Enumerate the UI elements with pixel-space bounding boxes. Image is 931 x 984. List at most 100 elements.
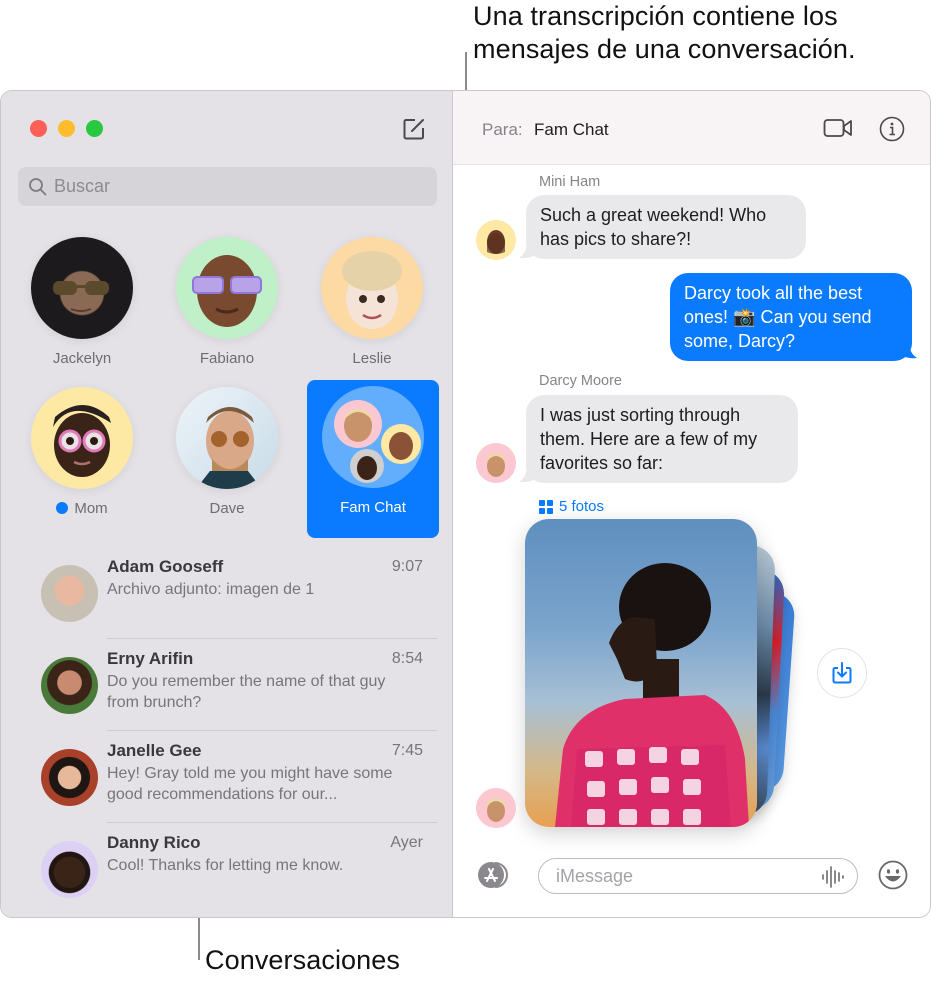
pinned-contact-fam-chat[interactable]: Fam Chat [307, 380, 439, 538]
pinned-label: Leslie [352, 350, 392, 367]
avatar [321, 237, 423, 339]
save-photos-button[interactable] [817, 648, 867, 698]
maximize-button[interactable] [86, 120, 103, 137]
conversation-preview: Archivo adjunto: imagen de 1 [107, 581, 315, 598]
transcript-callout: Una transcripción contiene los mensajes … [473, 0, 856, 66]
bubble-tail [519, 465, 535, 483]
portrait-photo [555, 563, 749, 827]
divider [107, 638, 437, 639]
message-line: Such a great weekend! Who [540, 205, 767, 225]
emoji-button[interactable] [877, 859, 909, 891]
message-line: them. Here are a few of my [540, 429, 758, 449]
close-button[interactable] [30, 120, 47, 137]
search-field[interactable] [18, 167, 437, 206]
conversation-name: Erny Arifin [107, 649, 194, 668]
conversation-name: Janelle Gee [107, 741, 202, 760]
sender-avatar [476, 443, 516, 483]
message-line: Darcy took all the best [684, 283, 863, 303]
pinned-contact-leslie[interactable]: Leslie [306, 231, 438, 389]
conversations-callout: Conversaciones [205, 945, 401, 975]
compose-button[interactable] [402, 117, 426, 141]
pinned-label-text: Mom [74, 500, 108, 517]
compose-icon [403, 119, 424, 140]
messages-window: Jackelyn Fabiano [0, 90, 931, 918]
pinned-contact-fabiano[interactable]: Fabiano [161, 231, 293, 389]
message-line: has pics to share?! [540, 229, 692, 249]
memoji-icon [192, 255, 262, 327]
message-bubble-incoming[interactable]: Such a great weekend! Who has pics to sh… [526, 195, 806, 259]
message-bubble-outgoing[interactable]: Darcy took all the best ones! 📸 Can you … [670, 273, 912, 361]
pinned-label: Dave [209, 500, 245, 517]
group-avatar [322, 386, 424, 488]
message-line: I was just sorting through [540, 405, 741, 425]
audio-waveform-icon[interactable] [821, 866, 845, 888]
message-line: some, Darcy? [684, 331, 796, 351]
conversation-time: Ayer [390, 834, 423, 851]
conversation-name: Danny Rico [107, 833, 201, 852]
pinned-contact-jackelyn[interactable]: Jackelyn [16, 231, 148, 389]
message-line: ones! 📸 Can you send [684, 307, 872, 327]
message-composer[interactable] [538, 858, 858, 894]
transcript-callout-line-1: Una transcripción contiene los [473, 1, 838, 31]
unread-indicator [56, 502, 69, 514]
transcript-callout-line-2: mensajes de una conversación. [473, 34, 856, 64]
avatar [41, 565, 98, 622]
pinned-contact-mom[interactable]: Mom [16, 381, 148, 539]
to-label: Para: [482, 120, 523, 139]
message-input[interactable] [556, 865, 816, 887]
message-bubble-incoming[interactable]: I was just sorting through them. Here ar… [526, 395, 798, 483]
sender-avatar [476, 788, 516, 828]
search-icon [29, 177, 47, 195]
sender-avatar [476, 220, 516, 260]
transcript-pane: Para: Fam Chat Mini Ham Such a great wee… [453, 91, 930, 917]
conversation-item[interactable]: Erny Arifin 8:54 Do you remember the nam… [1, 649, 453, 741]
bubble-tail [519, 241, 535, 259]
avatar [176, 237, 278, 339]
pinned-label: Fam Chat [340, 499, 406, 516]
search-input[interactable] [54, 176, 414, 197]
group-memoji-icon [334, 400, 421, 483]
conversation-name: Adam Gooseff [107, 557, 224, 576]
conversation-preview: Do you remember the name of that guy fro… [107, 673, 386, 711]
minimize-button[interactable] [58, 120, 75, 137]
message-line: favorites so far: [540, 453, 664, 473]
avatar [41, 657, 98, 714]
pinned-label: Fabiano [199, 350, 255, 367]
sender-name: Mini Ham [539, 174, 601, 190]
avatar [31, 387, 133, 489]
app-store-icon [478, 862, 508, 888]
divider [107, 822, 437, 823]
grid-icon [539, 499, 553, 514]
photos-link[interactable]: 5 fotos [539, 498, 604, 515]
apps-button[interactable] [475, 860, 513, 890]
conversation-time: 7:45 [391, 742, 423, 759]
info-icon[interactable] [879, 116, 905, 142]
conversation-item[interactable]: Danny Rico Ayer Cool! Thanks for letting… [1, 833, 453, 917]
sidebar: Jackelyn Fabiano [1, 91, 453, 917]
avatar [31, 237, 133, 339]
conversation-preview: Cool! Thanks for letting me know. [107, 857, 344, 874]
conversation-time: 8:54 [391, 650, 423, 667]
memoji-icon [342, 251, 402, 329]
pinned-label: Mom [16, 500, 148, 517]
avatar [41, 749, 98, 806]
download-icon [832, 662, 852, 684]
photo-card-front [525, 519, 757, 827]
photo-stack[interactable] [525, 519, 805, 829]
pinned-label: Jackelyn [52, 350, 112, 367]
video-camera-icon[interactable] [823, 116, 853, 140]
divider [107, 730, 437, 731]
chat-header: Para: Fam Chat [453, 91, 930, 165]
conversation-item[interactable]: Janelle Gee 7:45 Hey! Gray told me you m… [1, 741, 453, 833]
smiley-icon [878, 860, 908, 890]
sender-name: Darcy Moore [539, 373, 622, 389]
photo-icon [196, 407, 262, 489]
sunglasses-icon [53, 281, 109, 312]
avatar [41, 841, 98, 898]
conversation-item[interactable]: Adam Gooseff 9:07 Archivo adjunto: image… [1, 557, 453, 649]
photos-count-label: 5 fotos [559, 498, 605, 515]
conversation-time: 9:07 [391, 558, 423, 575]
recipient-name[interactable]: Fam Chat [534, 120, 609, 140]
bubble-tail [901, 341, 917, 359]
pinned-contact-dave[interactable]: Dave [161, 381, 293, 539]
